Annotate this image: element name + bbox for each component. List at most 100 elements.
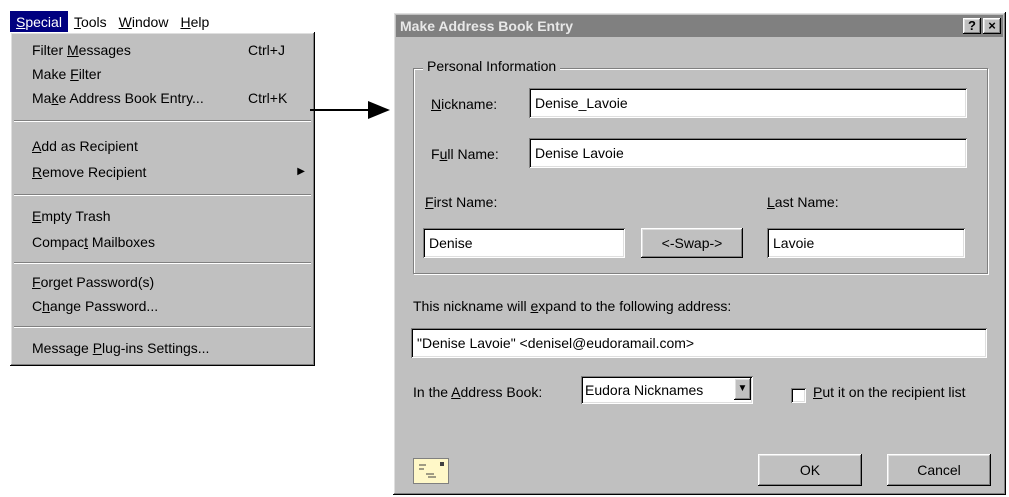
swap-button-label: <-Swap->: [661, 235, 723, 251]
menu-separator: [14, 326, 311, 328]
menu-window-accel: W: [118, 14, 132, 30]
label-post: ange Password...: [49, 298, 159, 314]
menu-item-compact-mailboxes[interactable]: Compact Mailboxes: [32, 230, 303, 254]
menu-separator: [14, 194, 311, 196]
menu-help-accel: H: [180, 14, 191, 30]
recipient-list-label: Put it on the recipient list: [813, 384, 966, 400]
special-menu: Filter Messages Ctrl+J Make Filter Make …: [10, 32, 315, 366]
label-accel: R: [32, 164, 43, 180]
label-post: orget Password(s): [40, 274, 155, 290]
group-label: Personal Information: [423, 58, 561, 74]
close-button[interactable]: ×: [983, 18, 1001, 34]
menu-separator: [14, 262, 311, 264]
label-post: mpty Trash: [41, 208, 111, 224]
arrow-line: [310, 109, 370, 111]
address-book-entry-dialog: Make Address Book Entry ? × Personal Inf…: [393, 12, 1006, 495]
cancel-button-label: Cancel: [917, 462, 961, 478]
help-button[interactable]: ?: [963, 18, 981, 34]
label-pre: Filter: [32, 42, 67, 58]
label-post: Mailboxes: [88, 234, 155, 250]
label-post: ilter: [78, 66, 102, 82]
label-accel: F: [425, 194, 434, 210]
menu-item-plugin-settings[interactable]: Message Plug-ins Settings...: [32, 336, 303, 360]
label-accel: N: [431, 96, 442, 112]
arrow-head-icon: [368, 101, 390, 119]
label-post: ast Name:: [774, 194, 839, 210]
expanded-address-field[interactable]: "Denise Lavoie" <denisel@eudoramail.com>: [411, 328, 987, 358]
menu-item-add-as-recipient[interactable]: Add as Recipient: [32, 134, 303, 158]
label-accel: E: [32, 208, 42, 224]
label-accel: F: [70, 66, 79, 82]
menu-item-forget-password[interactable]: Forget Password(s): [32, 270, 303, 294]
nickname-input[interactable]: Denise_Lavoie: [529, 88, 967, 118]
label-post: lug-ins Settings...: [102, 340, 210, 356]
menu-tools-accel: T: [73, 14, 81, 30]
menu-item-filter-messages[interactable]: Filter Messages Ctrl+J: [32, 38, 303, 62]
menu-item-empty-trash[interactable]: Empty Trash: [32, 204, 303, 228]
last-name-input[interactable]: Lavoie: [767, 228, 965, 258]
dialog-title: Make Address Book Entry: [400, 18, 573, 34]
label-post: ickname:: [441, 96, 498, 112]
menu-item-make-address-book-entry[interactable]: Make Address Book Entry... Ctrl+K: [32, 86, 303, 110]
label-pre: C: [32, 298, 43, 314]
title-bar: Make Address Book Entry ? ×: [396, 15, 1003, 37]
label-pre: This nickname will: [413, 298, 531, 314]
label-post: xpand to the following address:: [538, 298, 732, 314]
first-name-input[interactable]: Denise: [423, 228, 625, 258]
menu-tools-rest: ools: [80, 14, 107, 30]
submenu-arrow-icon: ▶: [297, 166, 305, 177]
menu-bar: Special Tools Window Help: [10, 10, 215, 34]
chevron-down-icon[interactable]: ▼: [734, 378, 751, 400]
shortcut: Ctrl+J: [248, 42, 285, 58]
expand-label: This nickname will expand to the followi…: [413, 298, 731, 314]
label-accel: P: [92, 340, 103, 356]
recipient-list-checkbox[interactable]: [791, 388, 806, 403]
label-pre: F: [431, 146, 440, 162]
group-label-text: Personal Information: [427, 58, 557, 74]
ok-button-label: OK: [799, 462, 821, 478]
label-post: ddress Book:: [460, 384, 543, 400]
menu-item-remove-recipient[interactable]: Remove Recipient ▶: [32, 160, 305, 184]
label-accel: F: [32, 274, 41, 290]
label-post: essages: [78, 42, 131, 58]
address-card-icon-graphic: [419, 462, 444, 478]
label-accel: A: [451, 384, 461, 400]
address-book-select[interactable]: Eudora Nicknames ▼: [581, 376, 753, 404]
first-name-label: First Name:: [425, 194, 497, 210]
last-name-label: Last Name:: [767, 194, 839, 210]
label-accel: M: [67, 42, 79, 58]
ok-button[interactable]: OK: [758, 454, 862, 486]
close-icon: ×: [988, 18, 996, 33]
menu-window[interactable]: Window: [113, 11, 175, 33]
label-post: e Address Book Entry...: [58, 90, 204, 106]
nickname-label: Nickname:: [431, 96, 497, 112]
help-icon: ?: [968, 18, 976, 33]
label-accel: A: [32, 138, 42, 154]
menu-window-rest: indow: [131, 14, 169, 30]
menu-item-make-filter[interactable]: Make Filter: [32, 62, 303, 86]
label-post: dd as Recipient: [41, 138, 138, 154]
address-book-label: In the Address Book:: [413, 384, 542, 400]
menu-tools[interactable]: Tools: [68, 11, 113, 33]
menu-help-rest: elp: [190, 14, 210, 30]
cancel-button[interactable]: Cancel: [887, 454, 991, 486]
address-book-value: Eudora Nicknames: [585, 382, 704, 398]
full-name-label: Full Name:: [431, 146, 499, 162]
label-accel: L: [767, 194, 775, 210]
menu-help[interactable]: Help: [174, 11, 215, 33]
full-name-input[interactable]: Denise Lavoie: [529, 138, 967, 168]
label-accel: h: [42, 298, 50, 314]
label-post: emove Recipient: [42, 164, 147, 180]
label-pre: Ma: [32, 90, 52, 106]
menu-special[interactable]: Special: [10, 11, 68, 33]
address-card-icon[interactable]: [413, 458, 449, 484]
label-accel: P: [813, 384, 823, 400]
swap-button[interactable]: <-Swap->: [641, 228, 743, 258]
label-pre: In the: [413, 384, 452, 400]
label-pre: Make: [32, 66, 71, 82]
menu-item-change-password[interactable]: Change Password...: [32, 294, 303, 318]
label-pre: Compac: [32, 234, 85, 250]
label-pre: Message: [32, 340, 93, 356]
menu-separator: [14, 120, 311, 122]
label-post: ut it on the recipient list: [822, 384, 966, 400]
